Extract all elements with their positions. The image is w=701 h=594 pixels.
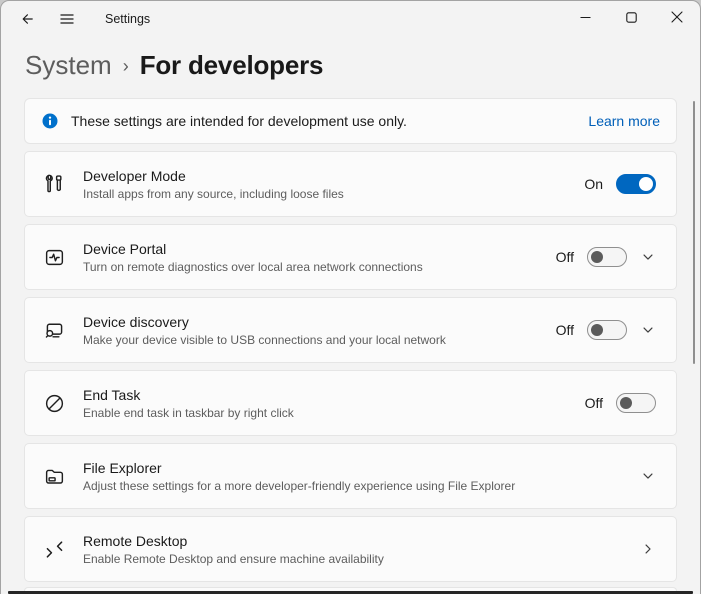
row-subtitle: Enable end task in taskbar by right clic… bbox=[83, 406, 294, 420]
settings-row[interactable]: Developer Mode Install apps from any sou… bbox=[24, 151, 677, 217]
chevron-down-icon[interactable] bbox=[640, 249, 656, 265]
settings-row[interactable]: Remote Desktop Enable Remote Desktop and… bbox=[24, 516, 677, 582]
settings-rows: Developer Mode Install apps from any sou… bbox=[24, 151, 677, 582]
caption-controls bbox=[562, 1, 700, 35]
breadcrumb-separator-icon: › bbox=[123, 56, 129, 77]
breadcrumb: System › For developers bbox=[25, 50, 700, 81]
close-icon bbox=[671, 11, 683, 26]
settings-window: Settings System › For developers bbox=[0, 0, 701, 594]
row-title: File Explorer bbox=[83, 460, 515, 476]
toggle-switch[interactable] bbox=[616, 174, 656, 194]
learn-more-link[interactable]: Learn more bbox=[588, 113, 660, 129]
chevron-down-icon[interactable] bbox=[640, 322, 656, 338]
titlebar: Settings bbox=[1, 1, 700, 37]
breadcrumb-system-link[interactable]: System bbox=[25, 50, 112, 81]
maximize-icon bbox=[626, 11, 637, 26]
toggle-state-label: Off bbox=[556, 249, 574, 265]
settings-content: These settings are intended for developm… bbox=[1, 98, 700, 582]
toggle-switch[interactable] bbox=[587, 247, 627, 267]
row-subtitle: Adjust these settings for a more develop… bbox=[83, 479, 515, 493]
file-explorer-icon bbox=[42, 464, 66, 488]
row-subtitle: Make your device visible to USB connecti… bbox=[83, 333, 446, 347]
hamburger-icon bbox=[60, 13, 74, 25]
row-subtitle: Turn on remote diagnostics over local ar… bbox=[83, 260, 423, 274]
chevron-right-icon[interactable] bbox=[640, 541, 656, 557]
row-title: Developer Mode bbox=[83, 168, 344, 184]
page-title: For developers bbox=[140, 50, 324, 81]
developer-tools-icon bbox=[42, 172, 66, 196]
settings-row[interactable]: Device Portal Turn on remote diagnostics… bbox=[24, 224, 677, 290]
vertical-scrollbar[interactable] bbox=[693, 101, 696, 364]
banner-message: These settings are intended for developm… bbox=[71, 113, 407, 129]
back-button[interactable] bbox=[9, 4, 45, 34]
device-portal-icon bbox=[42, 245, 66, 269]
remote-desktop-icon bbox=[42, 537, 66, 561]
maximize-button[interactable] bbox=[608, 1, 654, 35]
toggle-switch[interactable] bbox=[616, 393, 656, 413]
window-title: Settings bbox=[105, 12, 150, 26]
toggle-state-label: Off bbox=[556, 322, 574, 338]
back-arrow-icon bbox=[20, 12, 34, 26]
toggle-state-label: Off bbox=[585, 395, 603, 411]
minimize-button[interactable] bbox=[562, 1, 608, 35]
toggle-state-label: On bbox=[584, 176, 603, 192]
row-subtitle: Enable Remote Desktop and ensure machine… bbox=[83, 552, 384, 566]
end-task-icon bbox=[42, 391, 66, 415]
row-title: Device Portal bbox=[83, 241, 423, 257]
row-title: Remote Desktop bbox=[83, 533, 384, 549]
row-title: End Task bbox=[83, 387, 294, 403]
row-title: Device discovery bbox=[83, 314, 446, 330]
minimize-icon bbox=[580, 11, 591, 26]
chevron-down-icon[interactable] bbox=[640, 468, 656, 484]
settings-row[interactable]: End Task Enable end task in taskbar by r… bbox=[24, 370, 677, 436]
navigation-menu-button[interactable] bbox=[49, 4, 85, 34]
device-discovery-icon bbox=[42, 318, 66, 342]
row-subtitle: Install apps from any source, including … bbox=[83, 187, 344, 201]
info-icon bbox=[42, 113, 58, 129]
toggle-switch[interactable] bbox=[587, 320, 627, 340]
settings-row[interactable]: File Explorer Adjust these settings for … bbox=[24, 443, 677, 509]
info-banner: These settings are intended for developm… bbox=[24, 98, 677, 144]
close-button[interactable] bbox=[654, 1, 700, 35]
settings-row[interactable]: Device discovery Make your device visibl… bbox=[24, 297, 677, 363]
